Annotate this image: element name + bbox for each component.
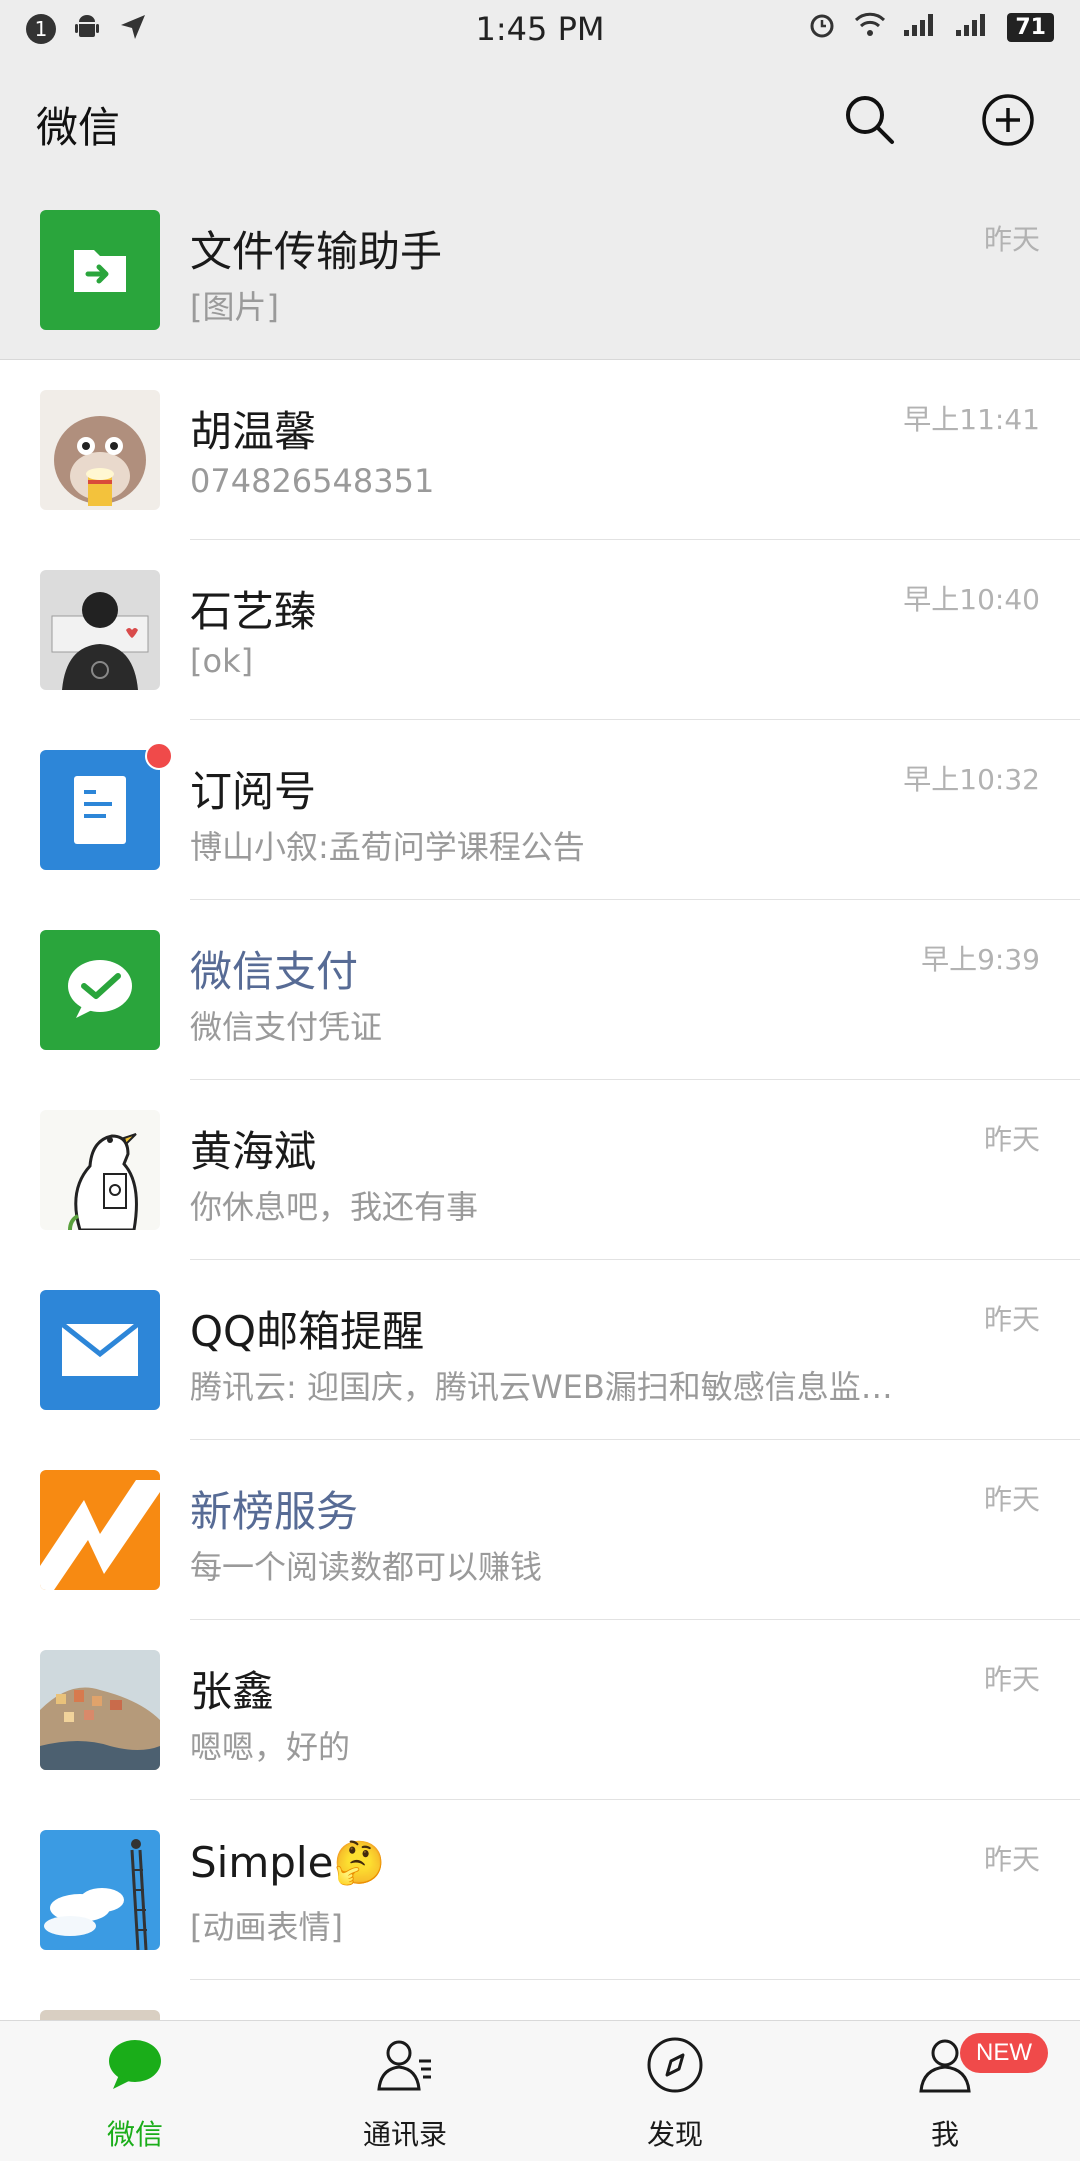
plus-circle-icon[interactable] <box>980 92 1036 148</box>
chat-time: 早上9:39 <box>921 943 1040 976</box>
duck-avatar <box>40 1110 160 1230</box>
chat-item-qq-mail[interactable]: QQ邮箱提醒 腾讯云: 迎国庆，腾讯云WEB漏扫和敏感信息监… 昨天 <box>0 1260 1080 1440</box>
chat-name: QQ邮箱提醒 <box>190 1307 425 1356</box>
chat-item-wechat-pay[interactable]: 微信支付 微信支付凭证 早上9:39 <box>0 900 1080 1080</box>
chat-time: 早上10:40 <box>903 583 1040 616</box>
tab-label: 微信 <box>106 2118 163 2151</box>
hamster-avatar <box>40 390 160 510</box>
chat-item-file-transfer[interactable]: 文件传输助手 [图片] 昨天 <box>0 180 1080 360</box>
chat-item-shi[interactable]: 石艺臻 [ok] 早上10:40 <box>0 540 1080 720</box>
tab-label: 我 <box>930 2118 959 2151</box>
chat-preview: 嗯嗯，好的 <box>190 1728 351 1766</box>
alarm-icon <box>807 10 837 44</box>
chat-time: 昨天 <box>983 223 1040 256</box>
compass-icon <box>645 2035 705 2095</box>
tab-bar: 微信 通讯录 发现 我 NEW <box>0 2020 1080 2161</box>
chat-preview: 074826548351 <box>190 462 435 500</box>
signal-icon-2 <box>955 12 991 42</box>
search-icon[interactable] <box>842 92 896 146</box>
chat-time: 昨天 <box>983 1483 1040 1516</box>
chat-name: 张鑫 <box>190 1667 275 1716</box>
wechat-pay-icon <box>40 930 160 1050</box>
chat-preview: [图片] <box>190 288 279 326</box>
status-bar: 1 1:45 PM 71 <box>0 0 1080 60</box>
wifi-icon <box>853 10 887 44</box>
chat-preview: 每一个阅读数都可以赚钱 <box>190 1548 543 1586</box>
avatar <box>40 2010 160 2020</box>
mail-icon <box>40 1290 160 1410</box>
chat-preview: 博山小叙:孟荀问学课程公告 <box>190 828 585 866</box>
chat-preview: [动画表情] <box>190 1908 343 1946</box>
signal-icon <box>903 12 939 42</box>
file-transfer-icon <box>40 210 160 330</box>
subscription-icon <box>40 750 160 870</box>
chat-name: 新榜服务 <box>190 1487 359 1536</box>
chat-list[interactable]: 文件传输助手 [图片] 昨天 胡温馨 074826548351 早上11:41 … <box>0 180 1080 2020</box>
chat-item-zhang[interactable]: 张鑫 嗯嗯，好的 昨天 <box>0 1620 1080 1800</box>
tab-label: 通讯录 <box>362 2118 447 2151</box>
chat-item-simple[interactable]: Simple🤔 [动画表情] 昨天 <box>0 1800 1080 1980</box>
page-title: 微信 <box>36 103 121 152</box>
chat-name: 胡温馨 <box>190 407 317 456</box>
tab-chats[interactable]: 微信 <box>0 2021 270 2161</box>
chat-item-subscriptions[interactable]: 订阅号 博山小叙:孟荀问学课程公告 早上10:32 <box>0 720 1080 900</box>
chat-name: 石艺臻 <box>190 587 317 636</box>
header: 微信 <box>0 60 1080 180</box>
sky-avatar <box>40 1830 160 1950</box>
chat-item-newrank[interactable]: 新榜服务 每一个阅读数都可以赚钱 昨天 <box>0 1440 1080 1620</box>
chat-preview: 腾讯云: 迎国庆，腾讯云WEB漏扫和敏感信息监… <box>190 1368 893 1406</box>
chat-item-hu[interactable]: 胡温馨 074826548351 早上11:41 <box>0 360 1080 540</box>
new-badge: NEW <box>960 2033 1048 2073</box>
chat-time: 昨天 <box>983 1663 1040 1696</box>
tab-contacts[interactable]: 通讯录 <box>270 2021 540 2161</box>
newrank-icon <box>40 1470 160 1590</box>
battery-icon: 71 <box>1007 12 1054 42</box>
chat-bubble-icon <box>105 2035 165 2095</box>
chat-time: 昨天 <box>983 1123 1040 1156</box>
chat-time: 早上11:41 <box>903 403 1040 436</box>
chat-time: 早上10:32 <box>903 763 1040 796</box>
chat-preview: 微信支付凭证 <box>190 1008 383 1046</box>
landscape-avatar <box>40 1650 160 1770</box>
chat-name: Simple🤔 <box>190 1838 386 1887</box>
unread-dot <box>145 742 173 770</box>
chat-name: 文件传输助手 <box>190 227 443 276</box>
chat-item-huang[interactable]: 黄海斌 你休息吧，我还有事 昨天 <box>0 1080 1080 1260</box>
chat-item-partial[interactable] <box>0 1980 1080 2020</box>
tab-label: 发现 <box>646 2118 703 2151</box>
chat-name: 微信支付 <box>190 947 359 996</box>
contacts-icon <box>375 2035 435 2095</box>
chat-time: 昨天 <box>983 1303 1040 1336</box>
chat-name: 黄海斌 <box>190 1127 317 1176</box>
chat-name: 订阅号 <box>190 767 317 816</box>
chat-time: 昨天 <box>983 1843 1040 1876</box>
person-avatar <box>40 570 160 690</box>
chat-preview: 你休息吧，我还有事 <box>190 1188 479 1226</box>
tab-discover[interactable]: 发现 <box>540 2021 810 2161</box>
chat-preview: [ok] <box>190 642 254 680</box>
status-bar-right: 71 <box>807 10 1054 44</box>
